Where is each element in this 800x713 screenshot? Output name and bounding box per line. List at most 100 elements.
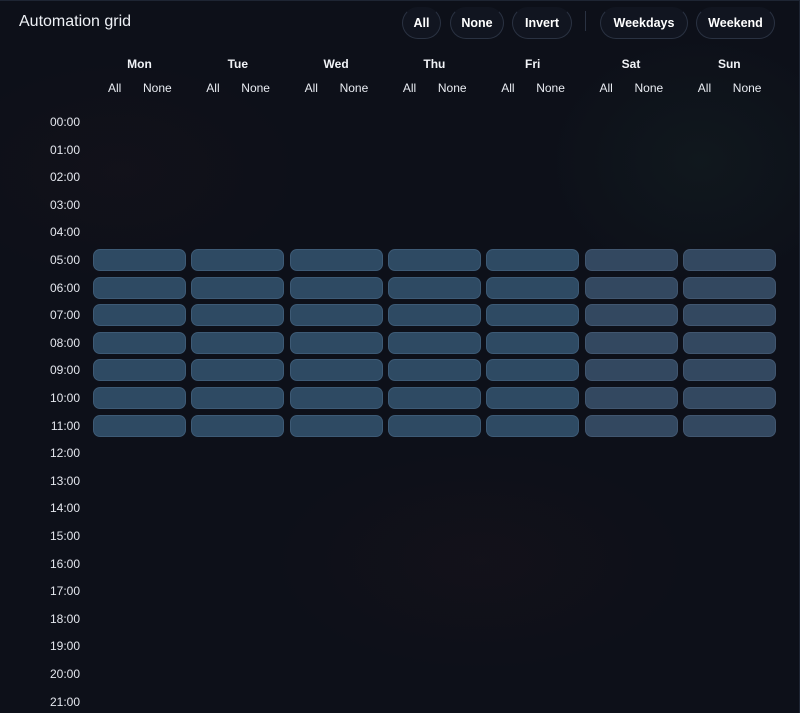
slot-wed-1100[interactable]	[289, 414, 383, 437]
slot-sat-0900[interactable]	[584, 359, 678, 382]
weekend-button[interactable]: Weekend	[696, 7, 775, 39]
hour-label: 06:00	[49, 280, 80, 295]
hour-label: 05:00	[49, 253, 80, 267]
slot-fri-0900[interactable]	[486, 359, 580, 382]
slot-sun-1000[interactable]	[682, 387, 776, 409]
day-select-all-sat[interactable]: All	[600, 81, 613, 95]
slot-sun-0500[interactable]	[682, 249, 776, 271]
slot-thu-0600[interactable]	[387, 276, 481, 299]
hour-label: 07:00	[49, 308, 80, 323]
slot-sat-1100[interactable]	[584, 414, 678, 437]
slot-sat-0800[interactable]	[584, 331, 678, 354]
hour-label: 14:00	[49, 501, 80, 516]
day-header-tue[interactable]: Tue	[191, 57, 284, 71]
hour-label: 02:00	[49, 170, 80, 185]
slot-mon-1000[interactable]	[93, 387, 186, 409]
slot-tue-0900[interactable]	[191, 359, 285, 382]
automation-grid-panel: Automation grid All None Invert Weekdays…	[0, 0, 800, 713]
slot-wed-0600[interactable]	[289, 276, 383, 299]
invert-button[interactable]: Invert	[512, 7, 572, 39]
day-header-fri[interactable]: Fri	[486, 57, 579, 71]
slot-fri-0600[interactable]	[486, 276, 580, 299]
hour-label: 12:00	[49, 446, 80, 461]
slot-thu-0500[interactable]	[387, 249, 481, 271]
slot-tue-0500[interactable]	[191, 249, 285, 271]
hour-label: 09:00	[49, 363, 80, 378]
page-title: Automation grid	[19, 13, 132, 30]
slot-sun-1100[interactable]	[682, 414, 776, 437]
hour-label: 03:00	[49, 197, 80, 212]
slot-fri-0500[interactable]	[486, 249, 580, 271]
day-select-none-thu[interactable]: None	[438, 81, 467, 95]
hour-label: 17:00	[49, 584, 80, 599]
day-select-none-wed[interactable]: None	[340, 81, 369, 95]
hour-label: 13:00	[49, 473, 80, 488]
slot-sat-0700[interactable]	[584, 304, 678, 327]
day-select-none-tue[interactable]: None	[241, 81, 270, 95]
slot-fri-0800[interactable]	[486, 331, 580, 354]
slot-thu-0700[interactable]	[387, 304, 481, 327]
slot-sun-0800[interactable]	[682, 331, 776, 354]
hour-label: 21:00	[49, 694, 80, 709]
select-all-button[interactable]: All	[402, 7, 441, 39]
day-header-mon[interactable]: Mon	[93, 57, 186, 71]
hour-label: 11:00	[50, 418, 80, 433]
slot-sun-0600[interactable]	[682, 276, 776, 299]
hour-label: 20:00	[49, 667, 80, 681]
day-select-all-mon[interactable]: All	[108, 81, 121, 95]
slot-sat-0600[interactable]	[584, 276, 678, 299]
slot-mon-0700[interactable]	[93, 304, 186, 327]
day-select-all-thu[interactable]: All	[403, 81, 416, 95]
hour-label: 00:00	[49, 115, 80, 129]
day-select-all-fri[interactable]: All	[501, 81, 514, 95]
slot-sun-0900[interactable]	[682, 359, 776, 382]
slot-wed-1000[interactable]	[289, 387, 383, 409]
hour-label: 16:00	[49, 556, 80, 571]
day-header-thu[interactable]: Thu	[388, 57, 481, 71]
hour-label: 19:00	[49, 639, 80, 654]
slot-thu-0800[interactable]	[387, 331, 481, 354]
slot-fri-1000[interactable]	[486, 387, 580, 409]
slot-mon-0800[interactable]	[93, 331, 186, 354]
slot-fri-0700[interactable]	[486, 304, 580, 327]
day-select-none-fri[interactable]: None	[536, 81, 565, 95]
slot-mon-0500[interactable]	[93, 249, 186, 271]
slot-tue-0600[interactable]	[191, 276, 285, 299]
slot-mon-1100[interactable]	[93, 414, 186, 437]
hour-label: 08:00	[49, 335, 80, 350]
day-select-none-mon[interactable]: None	[143, 81, 172, 95]
slot-sat-1000[interactable]	[584, 387, 678, 409]
slot-wed-0700[interactable]	[289, 304, 383, 327]
slot-fri-1100[interactable]	[486, 414, 580, 437]
slot-tue-1100[interactable]	[191, 414, 285, 437]
day-select-none-sat[interactable]: None	[635, 81, 664, 95]
day-header-wed[interactable]: Wed	[290, 57, 383, 71]
hour-label: 15:00	[49, 529, 80, 543]
select-none-button[interactable]: None	[450, 7, 504, 39]
slot-thu-1000[interactable]	[387, 387, 481, 409]
day-select-none-sun[interactable]: None	[733, 81, 762, 95]
hour-label: 01:00	[49, 142, 80, 157]
day-select-all-tue[interactable]: All	[206, 81, 219, 95]
slot-thu-0900[interactable]	[387, 359, 481, 382]
weekdays-button[interactable]: Weekdays	[600, 7, 688, 39]
day-header-sun[interactable]: Sun	[683, 57, 776, 71]
hour-label: 10:00	[49, 391, 80, 405]
slot-sun-0700[interactable]	[682, 304, 776, 327]
slot-wed-0500[interactable]	[289, 249, 383, 271]
hour-label: 18:00	[49, 611, 80, 626]
slot-sat-0500[interactable]	[584, 249, 678, 271]
day-select-all-sun[interactable]: All	[698, 81, 711, 95]
day-select-all-wed[interactable]: All	[305, 81, 318, 95]
slot-mon-0600[interactable]	[93, 276, 186, 299]
slot-thu-1100[interactable]	[387, 414, 481, 437]
slot-tue-1000[interactable]	[191, 387, 285, 409]
hour-label: 04:00	[49, 225, 80, 240]
slot-tue-0800[interactable]	[191, 331, 285, 354]
day-header-sat[interactable]: Sat	[585, 57, 678, 71]
toolbar-divider	[585, 11, 586, 31]
slot-wed-0900[interactable]	[289, 359, 383, 382]
slot-wed-0800[interactable]	[289, 331, 383, 354]
slot-tue-0700[interactable]	[191, 304, 285, 327]
slot-mon-0900[interactable]	[93, 359, 186, 382]
